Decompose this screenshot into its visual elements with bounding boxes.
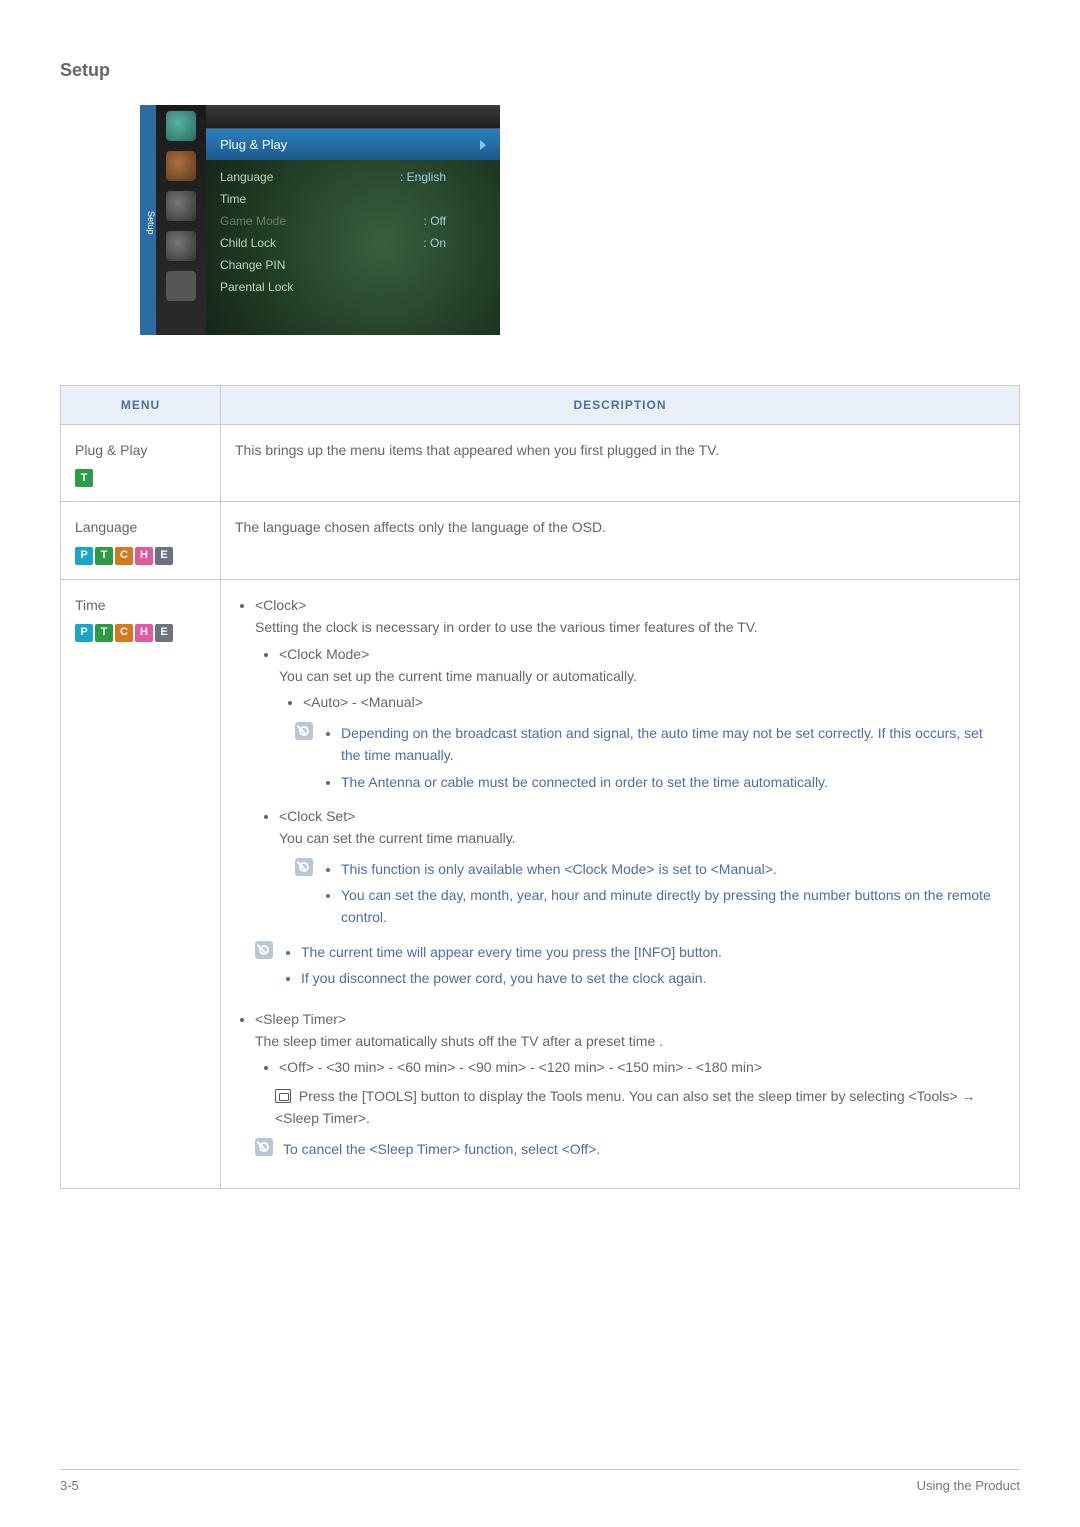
menu-item-name: Plug & Play xyxy=(75,439,206,461)
note-text: If you disconnect the power cord, you ha… xyxy=(301,967,722,989)
input-badge-E: E xyxy=(155,547,173,565)
tv-row: Change PIN xyxy=(220,254,486,276)
table-row: Language PTCHE The language chosen affec… xyxy=(61,502,1020,579)
clock-mode-desc: You can set up the current time manually… xyxy=(279,668,637,684)
input-badge-C: C xyxy=(115,547,133,565)
tv-icon-generic xyxy=(166,191,196,221)
note-icon xyxy=(295,722,313,740)
table-row: Plug & Play T This brings up the menu it… xyxy=(61,425,1020,502)
list-item: <Sleep Timer> The sleep timer automatica… xyxy=(255,1008,1005,1160)
setup-description-table: MENU DESCRIPTION Plug & Play T This brin… xyxy=(60,385,1020,1189)
note-icon xyxy=(295,858,313,876)
input-badge-H: H xyxy=(135,624,153,642)
tv-icon-generic xyxy=(166,111,196,141)
list-item: <Auto> - <Manual> xyxy=(303,691,1005,713)
input-badge-P: P xyxy=(75,547,93,565)
tv-row-value xyxy=(446,258,486,272)
footer-section: Using the Product xyxy=(917,1478,1020,1493)
sleep-timer-desc: The sleep timer automatically shuts off … xyxy=(255,1033,663,1049)
clock-title: <Clock> xyxy=(255,597,306,613)
tv-row-value xyxy=(446,280,486,294)
list-item: <Clock Mode> You can set up the current … xyxy=(279,643,1005,797)
list-item: <Clock Set> You can set the current time… xyxy=(279,805,1005,933)
note-text: Depending on the broadcast station and s… xyxy=(341,722,1005,767)
badge-row: PTCHE xyxy=(75,624,206,642)
note-icon xyxy=(255,941,273,959)
input-badge-C: C xyxy=(115,624,133,642)
input-badge-H: H xyxy=(135,547,153,565)
input-badge-E: E xyxy=(155,624,173,642)
description-text: The language chosen affects only the lan… xyxy=(235,519,606,535)
input-badge-T: T xyxy=(95,624,113,642)
page-footer: 3-5 Using the Product xyxy=(60,1469,1020,1493)
clock-set-title: <Clock Set> xyxy=(279,808,355,824)
setup-menu-screenshot: Setup Plug & Play Language : English Time G… xyxy=(140,105,500,335)
tv-row-label: Time xyxy=(220,192,246,206)
tv-row: Child Lock : On xyxy=(220,232,486,254)
footer-page-number: 3-5 xyxy=(60,1478,79,1493)
page-title: Setup xyxy=(60,60,1020,81)
tv-main-panel: Plug & Play Language : English Time Game Mo… xyxy=(206,105,500,335)
badge-row: T xyxy=(75,469,206,487)
badge-row: PTCHE xyxy=(75,547,206,565)
tv-row-label: Game Mode xyxy=(220,214,286,228)
tv-row: Language : English xyxy=(220,166,486,188)
tv-row: Game Mode : Off xyxy=(220,210,486,232)
note-text: This function is only available when <Cl… xyxy=(341,858,1005,880)
tv-row-value xyxy=(446,192,486,206)
tv-side-tab: Setup xyxy=(140,105,156,335)
note-icon xyxy=(255,1138,273,1156)
tv-row: Parental Lock xyxy=(220,276,486,298)
clock-desc: Setting the clock is necessary in order … xyxy=(255,619,758,635)
menu-item-name: Language xyxy=(75,516,206,538)
tv-topbar xyxy=(206,105,500,129)
tv-list: Language : English Time Game Mode : Off Child… xyxy=(206,160,500,308)
note-text: You can set the day, month, year, hour a… xyxy=(341,884,1005,929)
list-item: <Off> - <30 min> - <60 min> - <90 min> -… xyxy=(279,1056,1005,1078)
tv-row-label: Change PIN xyxy=(220,258,285,272)
gear-icon xyxy=(166,151,196,181)
input-badge-T: T xyxy=(95,547,113,565)
note-text: The Antenna or cable must be connected i… xyxy=(341,771,1005,793)
chevron-right-icon xyxy=(480,140,486,150)
description-text: This brings up the menu items that appea… xyxy=(235,442,719,458)
tv-icon-column xyxy=(156,105,206,335)
tv-row-value: : English xyxy=(400,170,486,184)
tv-row-label: Language xyxy=(220,170,273,184)
list-item: <Clock> Setting the clock is necessary i… xyxy=(255,594,1005,994)
input-badge-P: P xyxy=(75,624,93,642)
help-icon xyxy=(166,271,196,301)
tv-active-label: Plug & Play xyxy=(220,137,287,152)
tv-row: Time xyxy=(220,188,486,210)
input-badge-T: T xyxy=(75,469,93,487)
tv-icon-generic xyxy=(166,231,196,261)
clock-set-desc: You can set the current time manually. xyxy=(279,830,516,846)
col-header-description: DESCRIPTION xyxy=(221,386,1020,425)
clock-mode-title: <Clock Mode> xyxy=(279,646,369,662)
tv-row-value: : On xyxy=(423,236,486,250)
menu-item-name: Time xyxy=(75,594,206,616)
sleep-timer-title: <Sleep Timer> xyxy=(255,1011,346,1027)
tv-row-value: : Off xyxy=(424,214,486,228)
note-text: To cancel the <Sleep Timer> function, se… xyxy=(283,1141,600,1157)
note-text: The current time will appear every time … xyxy=(301,941,722,963)
table-row: Time PTCHE <Clock> Setting the clock is … xyxy=(61,579,1020,1188)
tools-icon xyxy=(275,1089,291,1103)
col-header-menu: MENU xyxy=(61,386,221,425)
tv-row-label: Parental Lock xyxy=(220,280,293,294)
tools-note: Press the [TOOLS] button to display the … xyxy=(275,1085,1005,1130)
tv-row-label: Child Lock xyxy=(220,236,276,250)
tv-active-row: Plug & Play xyxy=(206,129,500,160)
tools-note-text: Press the [TOOLS] button to display the … xyxy=(275,1088,975,1126)
